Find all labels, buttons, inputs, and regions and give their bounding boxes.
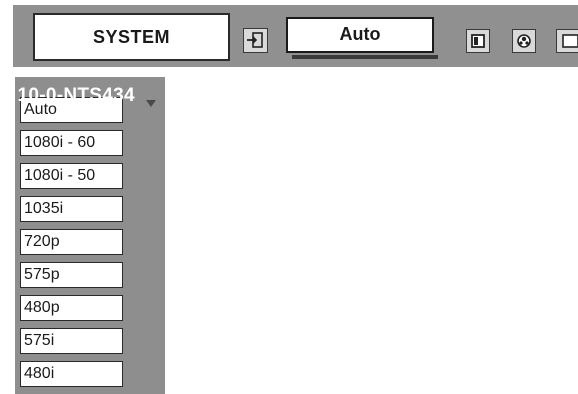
- color-swatch-icon-graphic: [517, 34, 531, 48]
- list-item-1080i-50[interactable]: 1080i - 50: [20, 163, 123, 189]
- list-item-575p[interactable]: 575p: [20, 262, 123, 288]
- input-enter-icon-graphic: [247, 32, 263, 48]
- system-list-panel: Auto 1080i - 60 1080i - 50 1035i 720p 57…: [15, 77, 165, 394]
- square-icon-graphic: [471, 34, 485, 48]
- list-item-575i[interactable]: 575i: [20, 328, 123, 354]
- color-swatch-icon[interactable]: [512, 29, 536, 53]
- list-item-1080i-60[interactable]: 1080i - 60: [20, 130, 123, 156]
- list-item-480i[interactable]: 480i: [20, 361, 123, 387]
- signal-overlay-text: n 10-0-NTS434: [0, 85, 135, 106]
- input-enter-icon[interactable]: [243, 28, 268, 53]
- list-item-720p[interactable]: 720p: [20, 229, 123, 255]
- list-item-1035i[interactable]: 1035i: [20, 196, 123, 222]
- system-mode-field[interactable]: Auto: [286, 17, 438, 59]
- square-icon[interactable]: [466, 29, 490, 53]
- scroll-down-icon[interactable]: [146, 100, 156, 107]
- menu-edge-icon-graphic: [562, 34, 578, 48]
- projector-menu-screen: SYSTEM Auto Auto 1080i - 60 1080i - 50 1…: [0, 0, 578, 394]
- list-item-480p[interactable]: 480p: [20, 295, 123, 321]
- menu-edge-icon[interactable]: [556, 29, 578, 53]
- system-menu-button[interactable]: SYSTEM: [33, 13, 230, 61]
- top-menu-bar: SYSTEM Auto: [13, 5, 578, 67]
